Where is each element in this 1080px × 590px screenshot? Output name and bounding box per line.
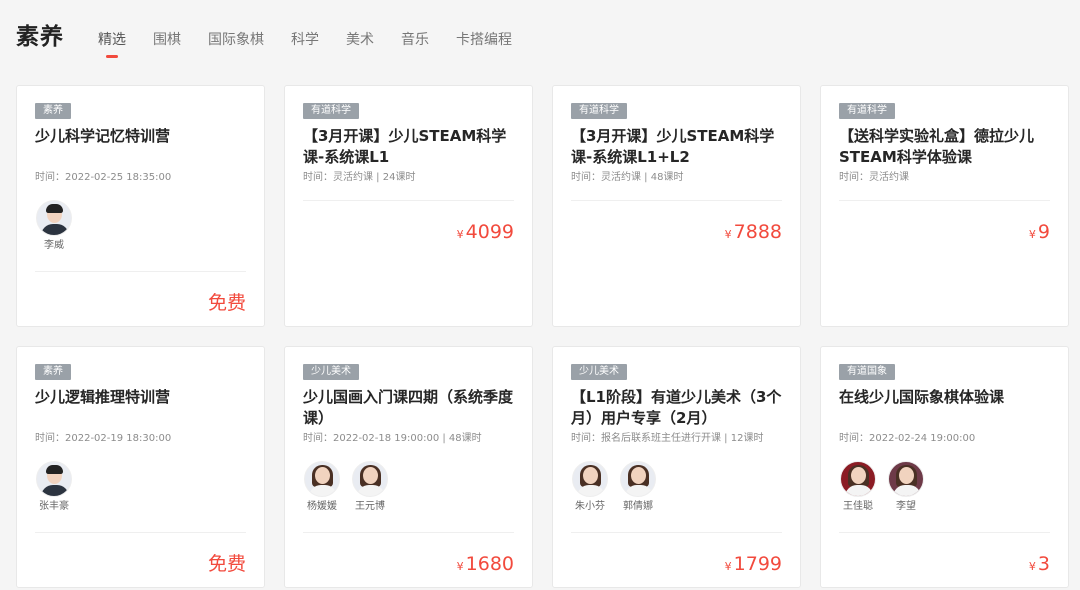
teacher-name: 李望 [896, 501, 916, 512]
course-tag: 少儿美术 [571, 364, 627, 380]
teacher-list: 李威 [35, 200, 83, 252]
price-value: 1680 [465, 553, 514, 575]
divider [571, 200, 782, 201]
course-title[interactable]: 【3月开课】少儿STEAM科学课-系统课L1+L2 [571, 126, 791, 168]
divider [35, 271, 246, 272]
course-price: ¥9 [1029, 220, 1050, 247]
course-price: ¥4099 [457, 220, 514, 247]
teacher-avatar [572, 461, 608, 497]
tab-featured[interactable]: 精选 [98, 30, 126, 58]
course-meta: 时间：报名后联系班主任进行开课 | 12课时 [571, 433, 764, 444]
teacher: 王元博 [351, 461, 389, 513]
teacher-list: 张丰豪 [35, 461, 83, 513]
teacher-name: 王佳聪 [843, 501, 873, 512]
course-price: ¥1680 [457, 552, 514, 579]
course-tag: 素养 [35, 364, 71, 380]
tab-coding[interactable]: 卡搭编程 [456, 30, 512, 50]
course-meta: 时间：灵活约课 [839, 172, 909, 183]
price-value: 3 [1037, 553, 1050, 575]
course-title[interactable]: 少儿逻辑推理特训营 [35, 387, 255, 408]
teacher-name: 张丰豪 [39, 501, 69, 512]
course-tag: 有道科学 [839, 103, 895, 119]
teacher: 郭倩娜 [619, 461, 657, 513]
teacher: 李望 [887, 461, 925, 513]
price-value: 1799 [733, 553, 782, 575]
course-title[interactable]: 【3月开课】少儿STEAM科学课-系统课L1 [303, 126, 523, 168]
price-free: 免费 [207, 292, 246, 314]
divider [303, 532, 514, 533]
teacher-avatar [840, 461, 876, 497]
teacher: 张丰豪 [35, 461, 73, 513]
tab-music[interactable]: 音乐 [401, 30, 429, 50]
currency-symbol: ¥ [724, 560, 732, 573]
divider [839, 532, 1050, 533]
teacher-list: 王佳聪 李望 [839, 461, 935, 513]
course-tag: 有道科学 [303, 103, 359, 119]
teacher-avatar [888, 461, 924, 497]
course-card[interactable]: 有道科学 【3月开课】少儿STEAM科学课-系统课L1 时间：灵活约课 | 24… [284, 85, 533, 327]
price-value: 9 [1037, 221, 1050, 243]
teacher: 王佳聪 [839, 461, 877, 513]
currency-symbol: ¥ [724, 228, 732, 241]
course-card[interactable]: 有道科学 【3月开课】少儿STEAM科学课-系统课L1+L2 时间：灵活约课 |… [552, 85, 801, 327]
currency-symbol: ¥ [456, 228, 464, 241]
price-value: 4099 [465, 221, 514, 243]
divider [303, 200, 514, 201]
course-meta: 时间：2022-02-19 18:30:00 [35, 433, 172, 444]
tab-chess[interactable]: 国际象棋 [208, 30, 264, 50]
teacher-name: 杨媛媛 [307, 501, 337, 512]
course-title[interactable]: 【L1阶段】有道少儿美术（3个月）用户专享（2月） [571, 387, 791, 429]
course-title[interactable]: 少儿科学记忆特训营 [35, 126, 255, 147]
category-tabs: 精选 围棋 国际象棋 科学 美术 音乐 卡搭编程 [98, 30, 539, 58]
teacher: 李威 [35, 200, 73, 252]
course-title[interactable]: 少儿国画入门课四期（系统季度课） [303, 387, 523, 429]
course-meta: 时间：灵活约课 | 48课时 [571, 172, 684, 183]
teacher-avatar [36, 200, 72, 236]
course-meta: 时间：2022-02-24 19:00:00 [839, 433, 976, 444]
teacher-name: 王元博 [355, 501, 385, 512]
course-tag: 有道国象 [839, 364, 895, 380]
course-tag: 有道科学 [571, 103, 627, 119]
teacher-name: 李威 [44, 240, 64, 251]
teacher-list: 朱小芬 郭倩娜 [571, 461, 667, 513]
page-header: 素养 精选 围棋 国际象棋 科学 美术 音乐 卡搭编程 [16, 20, 1066, 60]
course-meta: 时间：2022-02-18 19:00:00 | 48课时 [303, 433, 482, 444]
tab-go[interactable]: 围棋 [153, 30, 181, 50]
teacher: 杨媛媛 [303, 461, 341, 513]
course-price: ¥1799 [725, 552, 782, 579]
course-card[interactable]: 少儿美术 少儿国画入门课四期（系统季度课） 时间：2022-02-18 19:0… [284, 346, 533, 588]
course-price: ¥3 [1029, 552, 1050, 579]
course-meta: 时间：2022-02-25 18:35:00 [35, 172, 172, 183]
page-title: 素养 [16, 24, 64, 50]
price-value: 7888 [733, 221, 782, 243]
course-card[interactable]: 少儿美术 【L1阶段】有道少儿美术（3个月）用户专享（2月） 时间：报名后联系班… [552, 346, 801, 588]
course-tag: 少儿美术 [303, 364, 359, 380]
price-free: 免费 [207, 553, 246, 575]
course-meta: 时间：灵活约课 | 24课时 [303, 172, 416, 183]
divider [35, 532, 246, 533]
teacher-avatar [620, 461, 656, 497]
course-card[interactable]: 素养 少儿科学记忆特训营 时间：2022-02-25 18:35:00 李威 免… [16, 85, 265, 327]
teacher: 朱小芬 [571, 461, 609, 513]
teacher-name: 朱小芬 [575, 501, 605, 512]
tab-art[interactable]: 美术 [346, 30, 374, 50]
teacher-avatar [352, 461, 388, 497]
divider [571, 532, 782, 533]
teacher-avatar [304, 461, 340, 497]
divider [839, 200, 1050, 201]
course-tag: 素养 [35, 103, 71, 119]
course-card[interactable]: 素养 少儿逻辑推理特训营 时间：2022-02-19 18:30:00 张丰豪 … [16, 346, 265, 588]
currency-symbol: ¥ [456, 560, 464, 573]
course-card[interactable]: 有道科学 【送科学实验礼盒】德拉少儿STEAM科学体验课 时间：灵活约课 ¥9 [820, 85, 1069, 327]
currency-symbol: ¥ [1028, 560, 1036, 573]
course-price: ¥7888 [725, 220, 782, 247]
course-title[interactable]: 【送科学实验礼盒】德拉少儿STEAM科学体验课 [839, 126, 1059, 168]
currency-symbol: ¥ [1028, 228, 1036, 241]
teacher-avatar [36, 461, 72, 497]
course-card[interactable]: 有道国象 在线少儿国际象棋体验课 时间：2022-02-24 19:00:00 … [820, 346, 1069, 588]
teacher-list: 杨媛媛 王元博 [303, 461, 399, 513]
course-title[interactable]: 在线少儿国际象棋体验课 [839, 387, 1059, 408]
tab-science[interactable]: 科学 [291, 30, 319, 50]
teacher-name: 郭倩娜 [623, 501, 653, 512]
